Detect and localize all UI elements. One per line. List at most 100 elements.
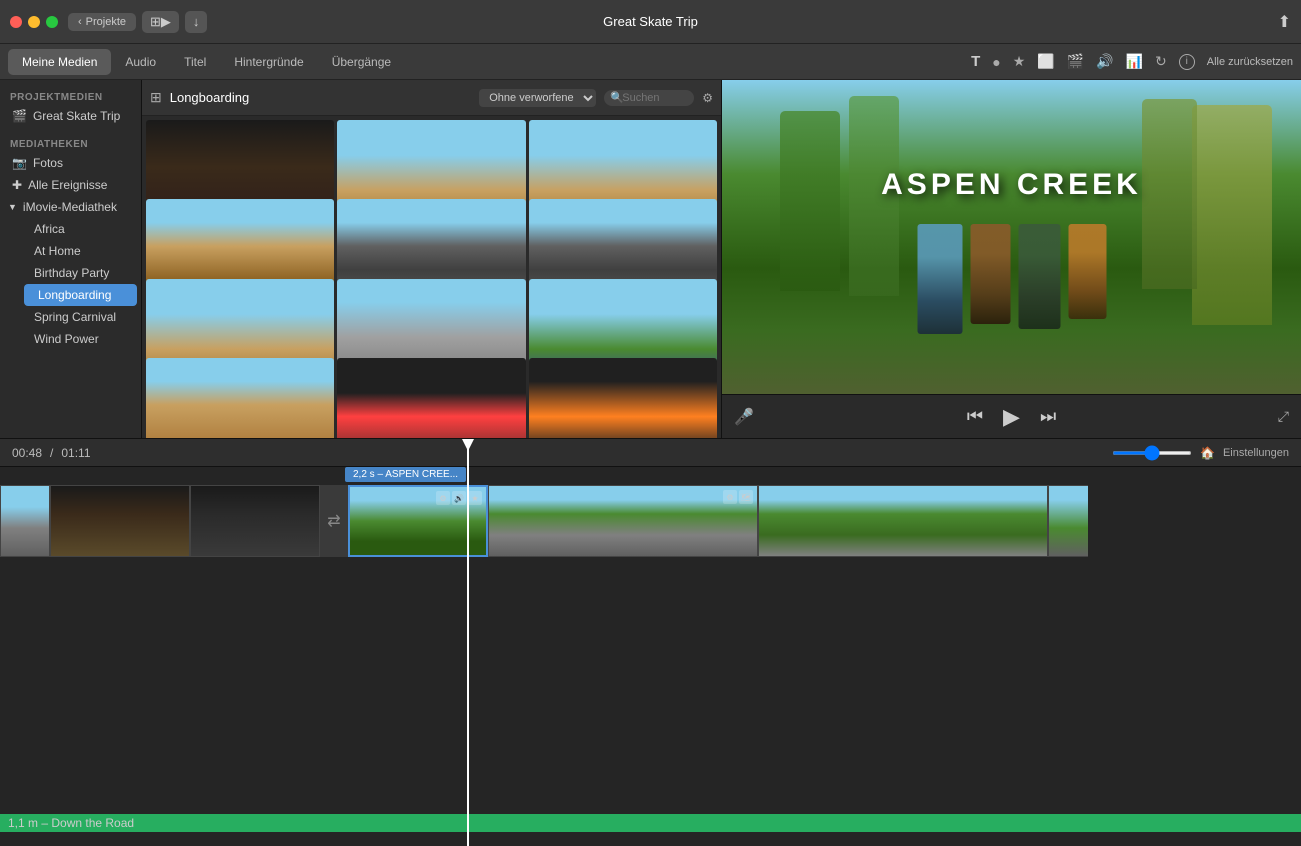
speed-fx-icon: ⚙ xyxy=(436,491,450,505)
share-button[interactable]: ⬆ xyxy=(1278,12,1291,32)
timeline-clip-7[interactable] xyxy=(1048,485,1088,557)
back-button[interactable]: ‹ Projekte xyxy=(68,13,136,31)
fx-icons-clip5: ⚙ 🗺 xyxy=(723,490,753,504)
imovie-label: iMovie-Mediathek xyxy=(23,200,117,214)
total-timecode: 01:11 xyxy=(61,446,90,460)
settings-label[interactable]: Einstellungen xyxy=(1223,447,1289,459)
grid-view-icon[interactable]: ⊞ xyxy=(150,89,162,106)
fx-icons-clip4: ⚙ 🔊 ★ xyxy=(436,491,482,505)
fullscreen-button[interactable]: ⤢ xyxy=(1278,408,1289,425)
thumb-grid: 11,5 s xyxy=(142,116,721,438)
sidebar-item-spring-carnival[interactable]: Spring Carnival xyxy=(20,306,141,328)
map-fx-icon: 🗺 xyxy=(739,490,753,504)
tab-meine-medien[interactable]: Meine Medien xyxy=(8,49,111,75)
toolbar-right: ⬆ xyxy=(1278,12,1291,32)
timeline-controls-right: 🏠 Einstellungen xyxy=(1112,446,1289,460)
sidebar-item-alle-ereignisse[interactable]: ✚ Alle Ereignisse xyxy=(0,174,141,196)
timeline-clip-5[interactable]: ⚙ 🗺 xyxy=(488,485,758,557)
preview-video: ASPEN CREEK xyxy=(722,80,1301,394)
tree-1 xyxy=(780,111,840,291)
timeline-header: 00:48 / 01:11 🏠 Einstellungen xyxy=(0,439,1301,467)
sidebar-item-at-home[interactable]: At Home xyxy=(20,240,141,262)
sidebar-item-longboarding[interactable]: Longboarding xyxy=(24,284,137,306)
timeline-clip-1[interactable] xyxy=(0,485,50,557)
window-title: Great Skate Trip xyxy=(603,14,698,29)
sidebar-item-birthday-party[interactable]: Birthday Party xyxy=(20,262,141,284)
timeline-section: 00:48 / 01:11 🏠 Einstellungen 2,2 s – AS… xyxy=(0,438,1301,846)
main-layout: PROJEKTMEDIEN 🎬 Great Skate Trip MEDIATH… xyxy=(0,80,1301,438)
speed-icon[interactable]: ↻ xyxy=(1155,53,1167,70)
playhead xyxy=(467,439,469,846)
timeline-track[interactable]: ⇄ ⚙ 🔊 ★ ⚙ 🗺 xyxy=(0,483,1301,559)
tab-uebergaenge[interactable]: Übergänge xyxy=(318,49,405,75)
info-icon[interactable]: i xyxy=(1179,54,1195,70)
mic-button[interactable]: 🎤 xyxy=(734,407,754,427)
sidebar-item-africa[interactable]: Africa xyxy=(20,218,141,240)
back-label: Projekte xyxy=(86,16,126,28)
tab-audio[interactable]: Audio xyxy=(111,49,170,75)
traffic-lights xyxy=(10,16,58,28)
figure-1 xyxy=(917,224,962,334)
crop-icon[interactable]: ⬜ xyxy=(1037,53,1054,70)
timeline-clip-3[interactable] xyxy=(190,485,320,557)
media-browser: ⊞ Longboarding Ohne verworfene 🔍 ⚙ xyxy=(142,80,722,438)
sidebar-item-imovie[interactable]: ▼ iMovie-Mediathek xyxy=(0,196,141,218)
chevron-left-icon: ‹ xyxy=(78,16,82,28)
transition-1[interactable]: ⇄ xyxy=(320,485,348,557)
text-icon[interactable]: T xyxy=(971,53,980,70)
tab-hintergruende[interactable]: Hintergründe xyxy=(220,49,317,75)
skip-forward-button[interactable]: ⏭ xyxy=(1040,406,1056,427)
video-icon[interactable]: 🎬 xyxy=(1067,53,1084,70)
skip-back-button[interactable]: ⏮ xyxy=(967,406,983,427)
filter-icon[interactable]: ★ xyxy=(1013,53,1026,70)
thumbnail-10[interactable] xyxy=(146,358,334,438)
maximize-button[interactable] xyxy=(46,16,58,28)
wind-power-label: Wind Power xyxy=(34,332,99,346)
current-timecode: 00:48 xyxy=(12,446,42,460)
zoom-slider[interactable] xyxy=(1112,451,1192,455)
preview-scene: ASPEN CREEK xyxy=(722,80,1301,394)
search-area: 🔍 xyxy=(604,90,694,106)
toolbar-icons: T ● ★ ⬜ 🎬 🔊 📊 ↻ i Alle zurücksetzen xyxy=(971,53,1293,70)
view-toggle-button[interactable]: ⊞▶ xyxy=(142,11,179,33)
home-icon[interactable]: 🏠 xyxy=(1200,446,1215,460)
sidebar-item-fotos[interactable]: 📷 Fotos xyxy=(0,152,141,174)
figure-2 xyxy=(970,224,1010,324)
thumbnail-12[interactable] xyxy=(529,358,717,438)
preview-controls: 🎤 ⏮ ▶ ⏭ ⤢ xyxy=(722,394,1301,438)
filter-fx-icon: ★ xyxy=(468,491,482,505)
figure-4 xyxy=(1068,224,1106,319)
reset-button[interactable]: Alle zurücksetzen xyxy=(1207,56,1293,68)
sidebar-item-wind-power[interactable]: Wind Power xyxy=(20,328,141,350)
close-button[interactable] xyxy=(10,16,22,28)
events-icon: ✚ xyxy=(12,178,22,192)
import-button[interactable]: ↓ xyxy=(185,11,208,33)
chevron-down-icon: ▼ xyxy=(8,202,17,212)
timeline-clip-6[interactable] xyxy=(758,485,1048,557)
preview-figures xyxy=(917,224,1106,334)
thumbnail-11[interactable] xyxy=(337,358,525,438)
minimize-button[interactable] xyxy=(28,16,40,28)
play-button[interactable]: ▶ xyxy=(1003,404,1020,430)
chart-icon[interactable]: 📊 xyxy=(1126,53,1143,70)
preview-area: ASPEN CREEK 🎤 ⏮ ▶ ⏭ ⤢ xyxy=(722,80,1301,438)
color-icon[interactable]: ● xyxy=(992,54,1000,70)
titlebar: ‹ Projekte ⊞▶ ↓ Great Skate Trip ⬆ xyxy=(0,0,1301,44)
filter-select[interactable]: Ohne verworfene xyxy=(479,89,596,107)
spring-carnival-label: Spring Carnival xyxy=(34,310,116,324)
audio-icon[interactable]: 🔊 xyxy=(1096,53,1113,70)
sidebar-item-great-skate[interactable]: 🎬 Great Skate Trip xyxy=(0,105,141,127)
timecode-separator: / xyxy=(50,446,53,460)
title-clip-label: 2,2 s – ASPEN CREE... xyxy=(345,467,466,482)
speed-fx-icon-2: ⚙ xyxy=(723,490,737,504)
photos-icon: 📷 xyxy=(12,156,27,170)
timeline-clip-2[interactable] xyxy=(50,485,190,557)
settings-icon[interactable]: ⚙ xyxy=(702,91,713,105)
sidebar-project-label: Great Skate Trip xyxy=(33,109,120,123)
birthday-party-label: Birthday Party xyxy=(34,266,109,280)
toolbar: Meine Medien Audio Titel Hintergründe Üb… xyxy=(0,44,1301,80)
fotos-label: Fotos xyxy=(33,156,63,170)
at-home-label: At Home xyxy=(34,244,81,258)
audio-track-label: 1,1 m – Down the Road xyxy=(8,816,134,830)
tab-titel[interactable]: Titel xyxy=(170,49,220,75)
